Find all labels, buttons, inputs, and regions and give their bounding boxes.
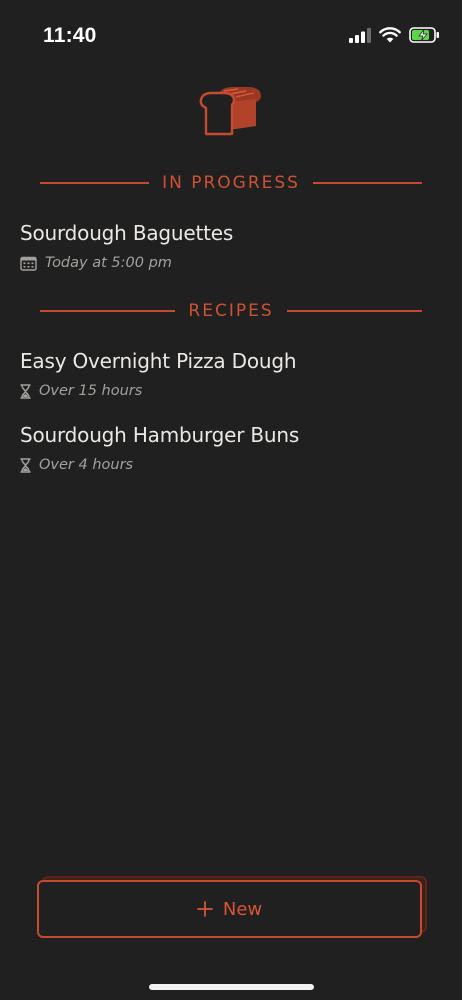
battery-charging-icon xyxy=(409,27,440,43)
item-meta-text: Today at 5:00 pm xyxy=(45,255,172,271)
item-meta: Today at 5:00 pm xyxy=(20,255,440,271)
section-title: IN PROGRESS xyxy=(162,173,300,193)
status-bar: 11:40 xyxy=(0,0,462,72)
hourglass-icon xyxy=(20,457,31,473)
list-item-sourdough-hamburger-buns[interactable]: Sourdough Hamburger Buns Over 4 hours xyxy=(20,423,440,473)
item-meta-text: Over 4 hours xyxy=(39,457,134,473)
hourglass-icon xyxy=(20,383,31,399)
status-icons xyxy=(349,27,440,43)
home-indicator[interactable] xyxy=(149,984,314,990)
list-item-easy-overnight-pizza-dough[interactable]: Easy Overnight Pizza Dough Over 15 hours xyxy=(20,349,440,399)
list-item-sourdough-baguettes[interactable]: Sourdough Baguettes Today at 5:00 pm xyxy=(20,221,440,271)
item-meta: Over 15 hours xyxy=(20,383,440,399)
divider xyxy=(40,310,176,312)
recipes-header: RECIPES xyxy=(40,299,423,323)
section-title: RECIPES xyxy=(188,301,274,321)
wifi-icon xyxy=(379,27,401,43)
new-button[interactable]: New xyxy=(37,880,422,938)
item-title: Sourdough Hamburger Buns xyxy=(20,423,300,447)
item-meta: Over 4 hours xyxy=(20,457,440,473)
divider xyxy=(40,182,150,184)
new-button-label: New xyxy=(222,898,263,920)
plus-icon xyxy=(196,901,213,917)
item-meta-text: Over 15 hours xyxy=(39,383,143,399)
divider xyxy=(286,310,423,312)
item-title: Easy Overnight Pizza Dough xyxy=(20,349,297,373)
in-progress-header: IN PROGRESS xyxy=(40,171,423,195)
status-time: 11:40 xyxy=(43,24,97,47)
cellular-signal-icon xyxy=(349,27,371,43)
item-title: Sourdough Baguettes xyxy=(20,221,234,245)
divider xyxy=(312,182,423,184)
calendar-icon xyxy=(20,256,37,271)
bread-loaf-icon xyxy=(198,86,264,138)
